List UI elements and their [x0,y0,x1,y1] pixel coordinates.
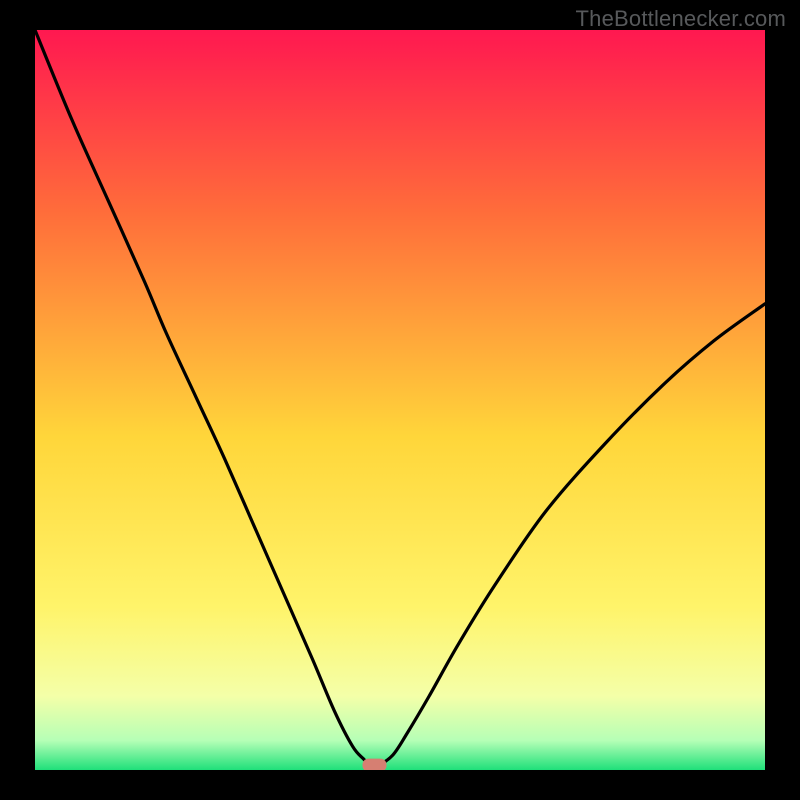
gradient-background [35,30,765,770]
optimal-point-marker [363,759,387,770]
bottleneck-curve-plot [35,30,765,770]
watermark-text: TheBottlenecker.com [576,6,786,32]
chart-frame: TheBottlenecker.com [0,0,800,800]
